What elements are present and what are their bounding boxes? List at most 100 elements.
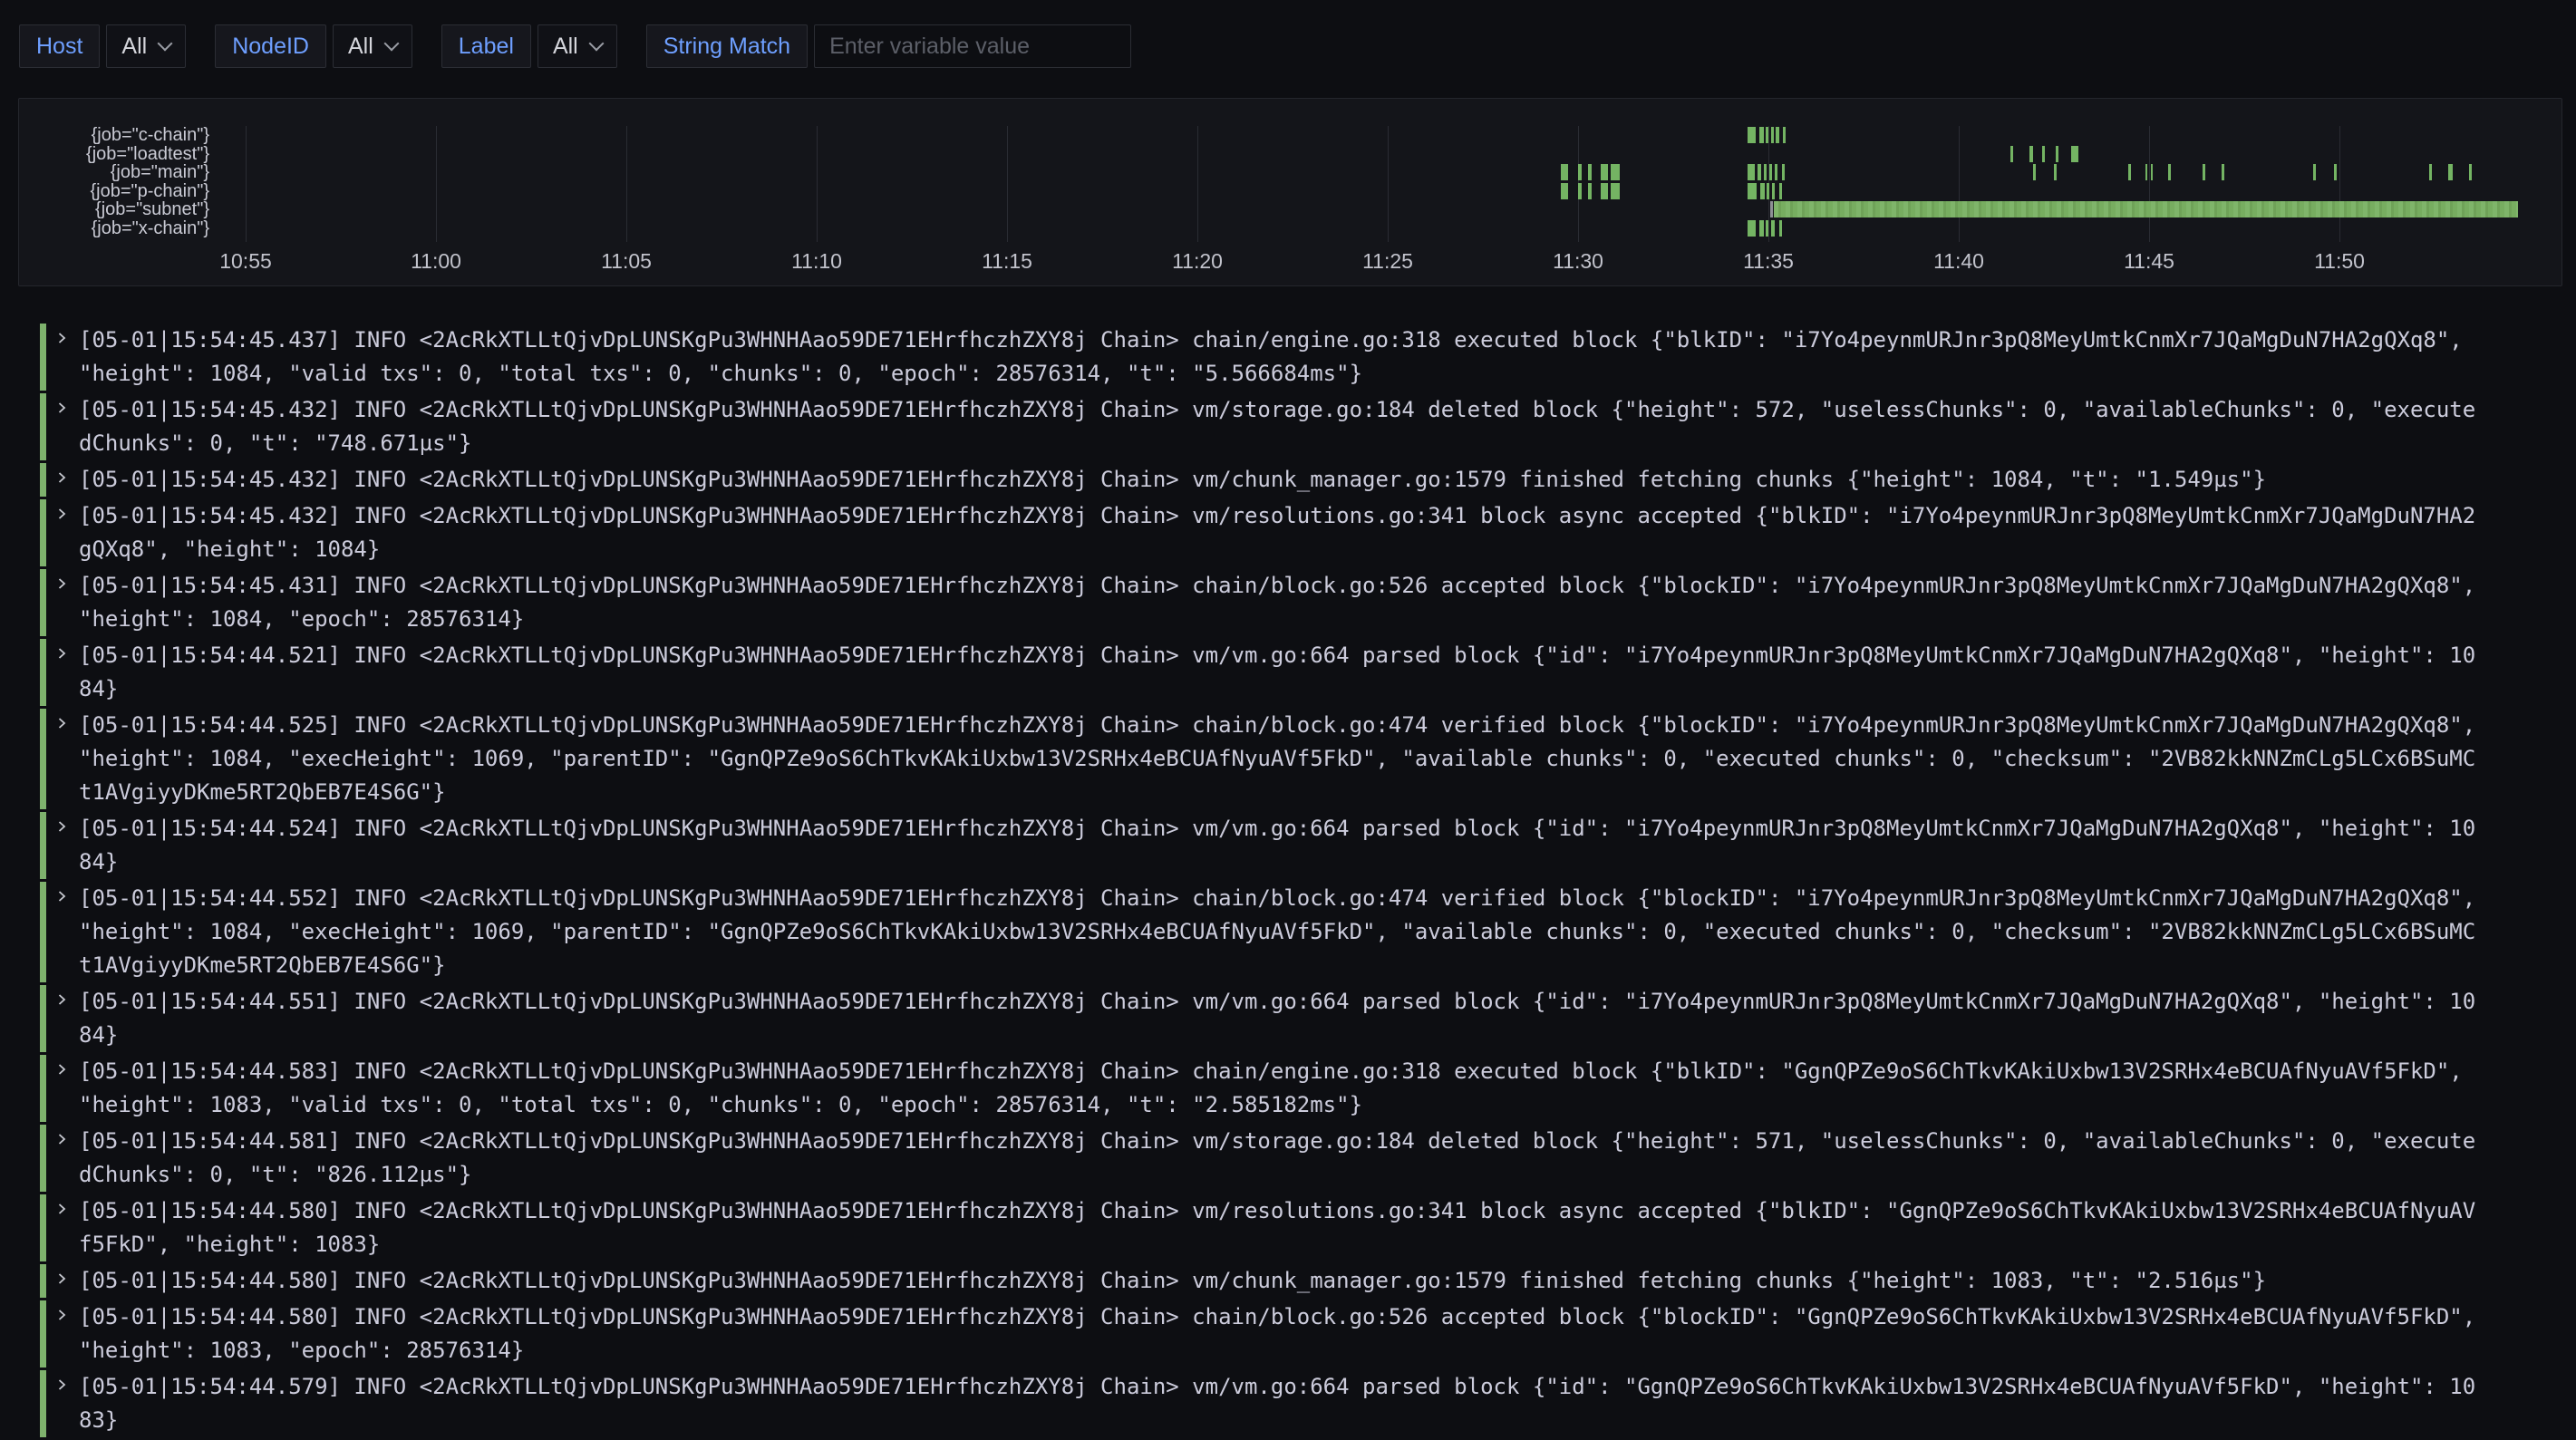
log-text: [05-01|15:54:44.521] INFO <2AcRkXTLLtQjv… [79, 639, 2483, 706]
log-row[interactable]: [05-01|15:54:44.524] INFO <2AcRkXTLLtQjv… [40, 812, 2542, 879]
variable-value-label: All [553, 34, 578, 60]
expand-chevron-icon[interactable] [54, 889, 69, 904]
timeline-mark [1759, 220, 1764, 237]
timeline-mark [1758, 164, 1761, 180]
timeline-mark [1748, 127, 1756, 143]
timeline-gridline [436, 126, 437, 242]
variable-dropdown-host[interactable]: All [106, 24, 186, 68]
log-text: [05-01|15:54:45.432] INFO <2AcRkXTLLtQjv… [79, 463, 2483, 497]
timeline-gridline [1959, 126, 1960, 242]
variable-value-input[interactable] [814, 24, 1131, 68]
axis-tick-label: 11:25 [1347, 249, 1428, 274]
timeline-mark [2168, 164, 2171, 180]
expand-chevron-icon[interactable] [54, 819, 69, 834]
log-row[interactable]: [05-01|15:54:44.525] INFO <2AcRkXTLLtQjv… [40, 709, 2542, 809]
timeline-mark [2448, 164, 2453, 180]
timeline-mark [1772, 183, 1775, 199]
timeline-mark [1611, 183, 1620, 199]
expand-chevron-icon[interactable] [54, 401, 69, 415]
log-text: [05-01|15:54:44.581] INFO <2AcRkXTLLtQjv… [79, 1125, 2483, 1192]
log-row[interactable]: [05-01|15:54:44.580] INFO <2AcRkXTLLtQjv… [40, 1300, 2542, 1368]
timeline-mark [1776, 127, 1779, 143]
timeline-mark [1759, 127, 1764, 143]
axis-tick-label: 10:55 [205, 249, 286, 274]
variable-label-string-match: String Match [646, 24, 808, 68]
timeline-mark [2222, 164, 2224, 180]
expand-chevron-icon[interactable] [54, 1308, 69, 1322]
axis-tick-label: 11:35 [1728, 249, 1809, 274]
expand-chevron-icon[interactable] [54, 576, 69, 591]
expand-chevron-icon[interactable] [54, 1062, 69, 1077]
log-row[interactable]: [05-01|15:54:45.432] INFO <2AcRkXTLLtQjv… [40, 393, 2542, 460]
expand-chevron-icon[interactable] [54, 646, 69, 661]
timeline-mark [1775, 164, 1777, 180]
variable-dropdown-nodeid[interactable]: All [333, 24, 412, 68]
variable-value-nodeid: All [348, 34, 373, 60]
log-row[interactable]: [05-01|15:54:45.432] INFO <2AcRkXTLLtQjv… [40, 499, 2542, 566]
timeline-gridline [246, 126, 247, 242]
timeline-mark [2056, 146, 2058, 162]
log-row[interactable]: [05-01|15:54:44.552] INFO <2AcRkXTLLtQjv… [40, 882, 2542, 982]
timeline-mark [1766, 220, 1768, 237]
expand-chevron-icon[interactable] [54, 331, 69, 345]
log-text: [05-01|15:54:44.580] INFO <2AcRkXTLLtQjv… [79, 1264, 2483, 1298]
timeline-mark [1771, 127, 1774, 143]
timeline-gridline [626, 126, 627, 242]
expand-chevron-icon[interactable] [54, 1271, 69, 1286]
log-row[interactable]: [05-01|15:54:44.551] INFO <2AcRkXTLLtQjv… [40, 985, 2542, 1052]
variable-label-label: Label [441, 24, 531, 68]
timeline-mark [1578, 183, 1582, 199]
expand-chevron-icon[interactable] [54, 507, 69, 521]
log-row[interactable]: [05-01|15:54:44.521] INFO <2AcRkXTLLtQjv… [40, 639, 2542, 706]
axis-tick-label: 11:45 [2108, 249, 2190, 274]
timeline-bar [1774, 201, 2518, 217]
timeline-mark [1771, 220, 1775, 237]
timeline-series-label: {job="loadtest"} [19, 145, 209, 163]
variable-group-label: Label All [441, 24, 617, 68]
log-volume-panel: 10:5511:0011:0511:1011:1511:2011:2511:30… [18, 98, 2562, 286]
timeline-mark [2042, 146, 2045, 162]
chevron-down-icon [588, 36, 604, 52]
variable-label-nodeid: NodeID [215, 24, 326, 68]
log-row[interactable]: [05-01|15:54:45.432] INFO <2AcRkXTLLtQjv… [40, 463, 2542, 497]
log-row[interactable]: [05-01|15:54:44.580] INFO <2AcRkXTLLtQjv… [40, 1264, 2542, 1298]
timeline-gridline [1007, 126, 1008, 242]
timeline-mark [2313, 164, 2316, 180]
timeline-mark [1748, 164, 1755, 180]
log-text: [05-01|15:54:44.580] INFO <2AcRkXTLLtQjv… [79, 1194, 2483, 1261]
axis-tick-label: 11:40 [1918, 249, 2000, 274]
log-text: [05-01|15:54:44.579] INFO <2AcRkXTLLtQjv… [79, 1370, 2483, 1437]
timeline-series-label: {job="subnet"} [19, 200, 209, 218]
log-row[interactable]: [05-01|15:54:45.437] INFO <2AcRkXTLLtQjv… [40, 324, 2542, 391]
expand-chevron-icon[interactable] [54, 470, 69, 485]
expand-chevron-icon[interactable] [54, 992, 69, 1007]
log-row[interactable]: [05-01|15:54:44.581] INFO <2AcRkXTLLtQjv… [40, 1125, 2542, 1192]
timeline-mark [1764, 164, 1767, 180]
variable-dropdown-label[interactable]: All [537, 24, 617, 68]
chevron-down-icon [383, 36, 399, 52]
timeline-mark [1779, 220, 1782, 237]
expand-chevron-icon[interactable] [54, 1377, 69, 1392]
timeline-mark [2145, 164, 2147, 180]
log-row[interactable]: [05-01|15:54:45.431] INFO <2AcRkXTLLtQjv… [40, 569, 2542, 636]
timeline-mark [1760, 183, 1765, 199]
expand-chevron-icon[interactable] [54, 1132, 69, 1146]
timeline-mark [2033, 164, 2036, 180]
timeline-mark [2054, 164, 2057, 180]
log-text: [05-01|15:54:44.525] INFO <2AcRkXTLLtQjv… [79, 709, 2483, 809]
logs-list: [05-01|15:54:45.437] INFO <2AcRkXTLLtQjv… [40, 324, 2542, 1440]
log-row[interactable]: [05-01|15:54:44.580] INFO <2AcRkXTLLtQjv… [40, 1194, 2542, 1261]
timeline-mark [1578, 164, 1582, 180]
log-row[interactable]: [05-01|15:54:44.583] INFO <2AcRkXTLLtQjv… [40, 1055, 2542, 1122]
axis-tick-label: 11:15 [966, 249, 1048, 274]
timeline-series-label: {job="p-chain"} [19, 182, 209, 200]
timeline-mark [2128, 164, 2131, 180]
timeline-mark [1782, 164, 1785, 180]
timeline-gridline [1197, 126, 1198, 242]
expand-chevron-icon[interactable] [54, 716, 69, 730]
timeline-mark [2469, 164, 2472, 180]
log-row[interactable]: [05-01|15:54:44.579] INFO <2AcRkXTLLtQjv… [40, 1370, 2542, 1437]
expand-chevron-icon[interactable] [54, 1202, 69, 1216]
axis-tick-label: 11:10 [776, 249, 857, 274]
timeline-mark [1769, 164, 1772, 180]
